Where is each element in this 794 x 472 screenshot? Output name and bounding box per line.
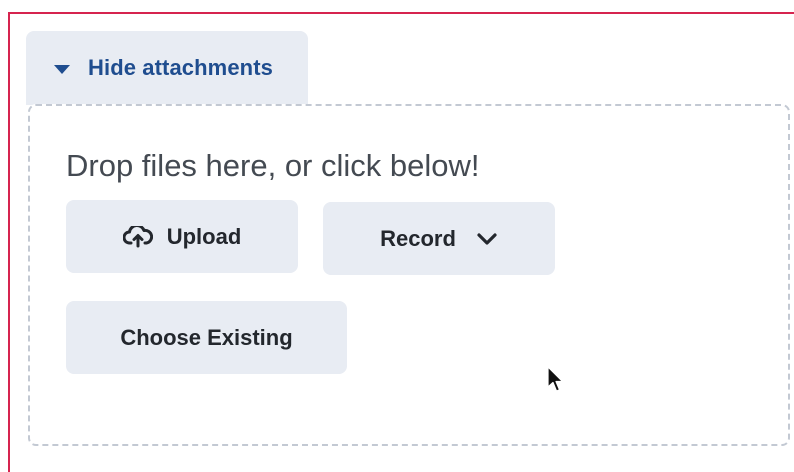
dropzone-instructions: Drop files here, or click below! — [66, 148, 480, 183]
upload-label: Upload — [166, 223, 242, 249]
record-label: Record — [380, 225, 456, 251]
caret-down-icon — [54, 64, 70, 74]
hide-attachments-button[interactable]: Hide attachments — [26, 31, 308, 105]
choose-existing-button[interactable]: Choose Existing — [66, 301, 347, 374]
upload-button[interactable]: Upload — [66, 200, 298, 273]
chevron-down-icon — [476, 232, 498, 246]
hide-attachments-label: Hide attachments — [88, 55, 273, 80]
record-button[interactable]: Record — [323, 202, 555, 275]
choose-existing-label: Choose Existing — [120, 324, 293, 350]
mouse-pointer-icon — [546, 366, 564, 394]
cloud-upload-icon — [122, 225, 153, 248]
